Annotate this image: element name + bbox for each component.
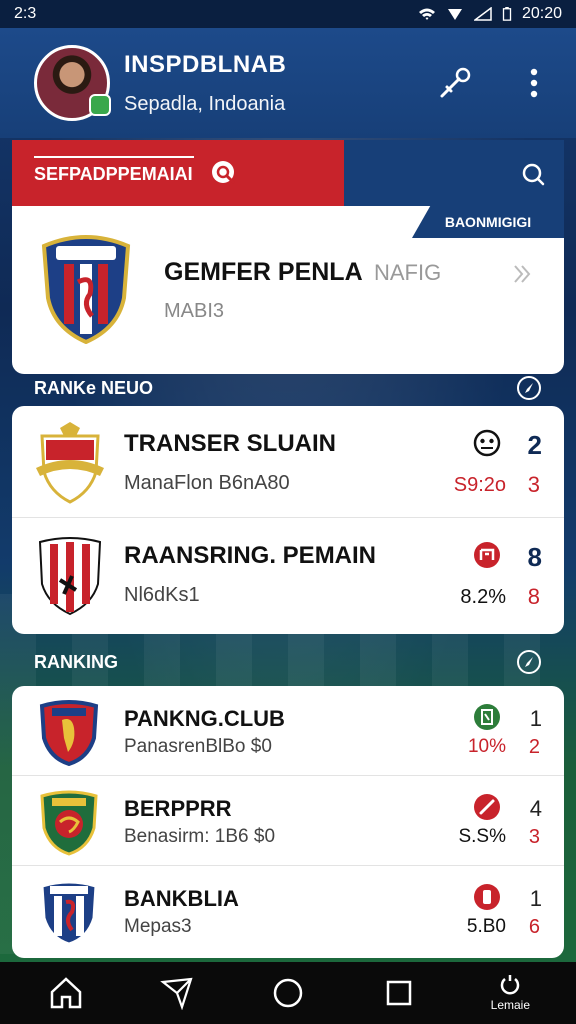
list-item[interactable]: BERPPRR Benasirm: 1B6 $0 S.S% 4 3 [12,776,564,866]
more-options-button[interactable] [514,63,554,103]
item-title: PANKNG.CLUB [124,706,285,731]
item-subtitle: ManaFlon B6nA80 [124,472,290,494]
item-rank: 2 [527,430,542,460]
section-title: RANKING [34,651,118,672]
square-icon [386,980,412,1006]
compass-icon[interactable] [516,649,542,675]
item-title: BERPPRR [124,796,232,821]
item-value: S9:2o [453,474,506,496]
club-badge-icon [474,542,500,568]
list-item[interactable]: BANKBLIA Mepas3 5.B0 1 6 [12,866,564,956]
status-time: 2:3 [14,5,37,22]
featured-subtitle: MABI3 [164,300,225,322]
item-rank: 8 [527,542,542,572]
section-header-transfers: RANKe NEUO [12,372,564,404]
battery-icon [502,7,512,21]
section-title: RANKe NEUO [34,377,154,398]
item-rank-change: 2 [528,736,540,758]
tab-underline [34,156,194,158]
profile-info: INSPDBLNAB Sepadla, Indoania [124,51,286,116]
signal-icon [447,9,462,20]
club-crest-icon [39,700,99,766]
compass-icon[interactable] [516,375,542,401]
featured-title: GEMFER PENLA [164,258,363,286]
send-icon [159,977,193,1010]
profile-location: Sepadla, Indoania [124,92,286,115]
item-title: TRANSER SLUAIN [124,430,337,457]
transfers-card: TRANSER SLUAIN ManaFlon B6nA80 S9:2o 2 3… [12,406,564,634]
tab-active-label: SEFPADPPEMAIAI [34,163,193,184]
item-subtitle: Nl6dKs1 [124,584,200,606]
featured-tag: BAONMIGIGI [412,206,564,238]
club-crest-icon [40,790,98,856]
section-header-ranking: RANKING [12,646,564,678]
microphone-button[interactable] [436,63,476,103]
header-actions [436,63,554,103]
item-rank: 1 [529,886,542,911]
microphone-icon [440,67,471,98]
club-badge-icon [474,704,500,730]
nav-label: Lemaie [490,998,531,1012]
item-value: 5.B0 [466,916,506,937]
club-crest-icon [38,537,102,616]
wifi-icon [418,8,435,20]
tab-bar: SEFPADPPEMAIAI [12,140,564,208]
status-icons: 20:20 [418,5,562,23]
item-subtitle: Mepas3 [124,916,192,937]
more-vertical-icon [530,68,538,98]
item-rank-change: 6 [528,916,540,938]
featured-subtitle-right: NAFIG [374,260,442,285]
nav-profile[interactable]: Lemaie [482,965,538,1021]
list-item[interactable]: TRANSER SLUAIN ManaFlon B6nA80 S9:2o 2 3 [12,406,564,518]
profile-name: INSPDBLNAB [124,50,287,78]
status-bar: 2:3 20:20 [0,0,576,28]
refresh-icon [501,975,520,995]
search-badge-icon [211,161,235,184]
item-subtitle: Benasirm: 1B6 $0 [124,826,276,847]
item-rank: 4 [529,796,542,821]
item-title: BANKBLIA [124,886,239,911]
profile-header: INSPDBLNAB Sepadla, Indoania [0,28,576,138]
club-crest-icon [36,422,104,504]
bottom-nav: Lemaie [0,962,576,1024]
home-icon [50,977,81,1009]
item-subtitle: PanasrenBlBo $0 [124,736,272,757]
rankings-card: PANKNG.CLUB PanasrenBlBo $0 10% 1 2 BERP… [12,686,564,958]
tab-active[interactable]: SEFPADPPEMAIAI [12,140,344,208]
item-rank: 1 [529,706,542,731]
status-clock: 20:20 [521,5,562,22]
club-badge-icon [474,884,500,910]
face-icon [473,429,501,457]
nav-home[interactable] [38,965,94,1021]
search-icon [522,163,545,186]
tab-search[interactable] [344,140,564,208]
item-value: 10% [467,736,506,757]
item-value: 8.2% [460,586,506,608]
club-badge-icon [474,794,500,820]
item-rank-change: 3 [528,826,540,848]
featured-card[interactable]: BAONMIGIGI GEMFER PENLA NAFIG MABI3 [12,206,564,374]
club-crest-icon [40,880,98,946]
nav-send[interactable] [149,965,205,1021]
club-crest-icon [41,235,131,344]
avatar[interactable] [34,45,111,121]
list-item[interactable]: PANKNG.CLUB PanasrenBlBo $0 10% 1 2 [12,686,564,776]
nav-recents[interactable] [371,965,427,1021]
item-rank-change: 3 [527,472,540,497]
circle-home-icon [273,978,303,1008]
item-title: RAANSRING. PEMAIN [124,542,377,569]
verified-badge [89,94,111,116]
nav-circle[interactable] [260,965,316,1021]
list-item[interactable]: RAANSRING. PEMAIN Nl6dKs1 8.2% 8 8 [12,518,564,630]
item-rank-change: 8 [527,584,540,609]
chevron-right-icon[interactable] [510,262,534,286]
item-value: S.S% [458,826,506,847]
cellular-icon [473,7,492,21]
